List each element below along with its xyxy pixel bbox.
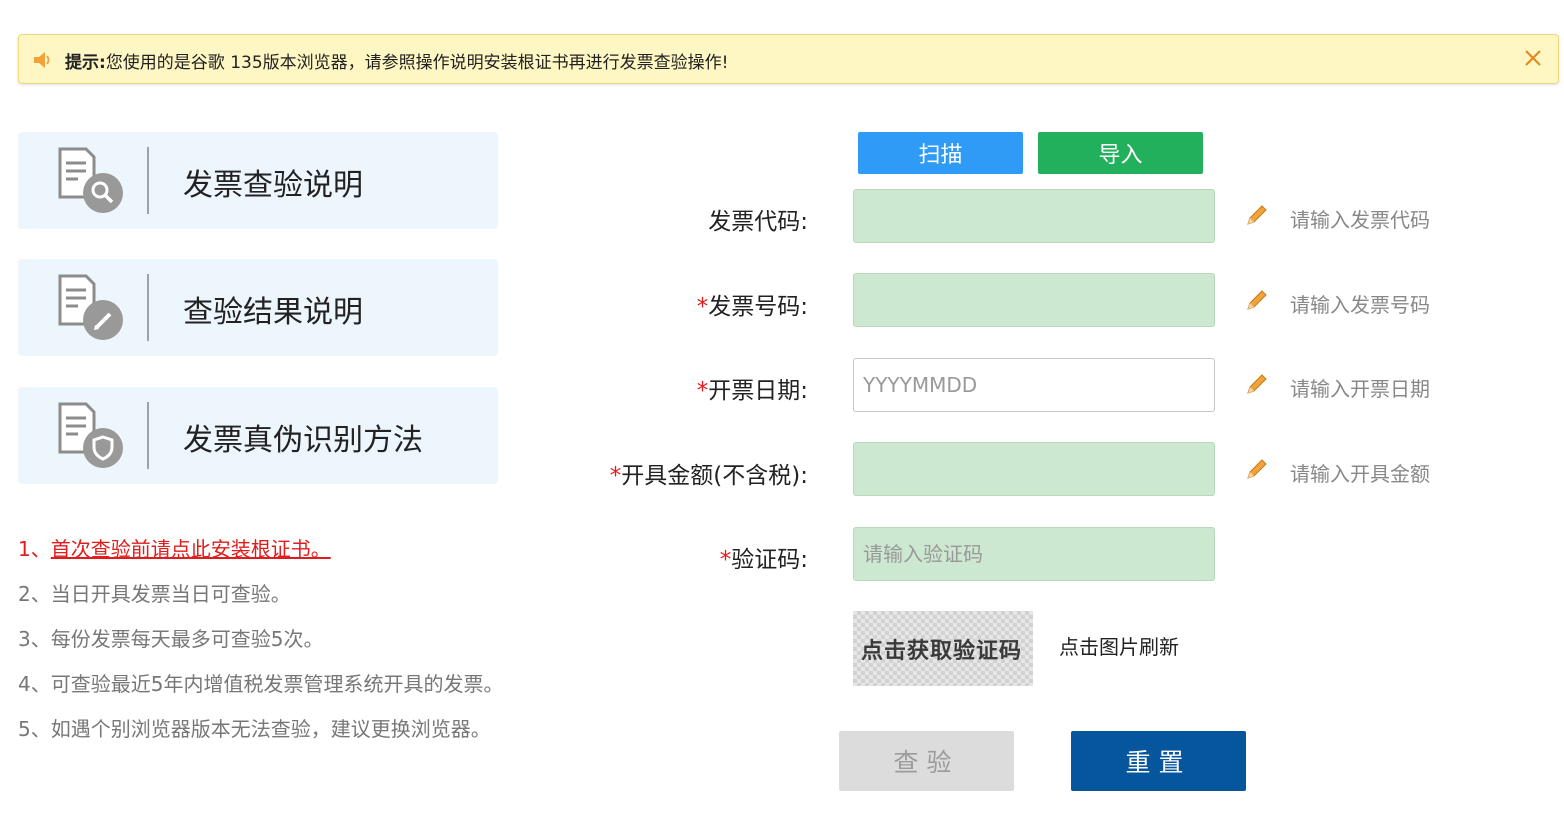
invoice-date-input[interactable] [853,358,1215,412]
note-prefix: 1、 [18,537,51,561]
invoice-number-label-text: 发票号码: [708,294,808,320]
card-divider [147,147,149,214]
invoice-number-label: *发票号码: [697,287,808,321]
invoice-date-hint: 请输入开票日期 [1290,377,1430,401]
card-result-guide[interactable]: 查验结果说明 [18,259,498,356]
card-label: 查验结果说明 [183,295,363,330]
captcha-input[interactable] [853,527,1215,581]
captcha-refresh-link[interactable]: 点击图片刷新 [1059,631,1179,660]
card-divider [147,402,149,469]
amount-label: *开具金额(不含税): [610,456,808,490]
install-cert-link[interactable]: 首次查验前请点此安装根证书。 [51,537,331,561]
note-item-2: 2、当日开具发票当日可查验。 [18,582,291,606]
invoice-number-input[interactable] [853,273,1215,327]
invoice-code-input[interactable] [853,189,1215,243]
invoice-number-hint: 请输入发票号码 [1290,293,1430,317]
notice-text: 您使用的是谷歌 135版本浏览器，请参照操作说明安装根证书再进行发票查验操作! [105,53,729,73]
pencil-icon [1247,205,1267,225]
card-invoice-check-guide[interactable]: 发票查验说明 [18,132,498,229]
close-icon[interactable] [1520,45,1546,71]
captcha-image-text: 点击获取验证码 [861,638,1023,664]
card-authenticity-guide[interactable]: 发票真伪识别方法 [18,387,498,484]
speaker-icon [34,52,50,68]
scan-button[interactable]: 扫描 [858,132,1023,174]
check-button[interactable]: 查验 [839,731,1014,791]
required-mark: * [696,378,709,404]
required-mark: * [719,547,732,573]
invoice-date-label-text: 开票日期: [708,378,808,404]
pencil-icon [1247,290,1267,310]
notice-message: 提示:您使用的是谷歌 135版本浏览器，请参照操作说明安装根证书再进行发票查验操… [65,48,728,73]
amount-hint: 请输入开具金额 [1290,462,1430,486]
document-edit-icon [58,274,123,340]
amount-label-text: 开具金额(不含税): [621,463,808,489]
note-item-3: 3、每份发票每天最多可查验5次。 [18,627,324,651]
captcha-image[interactable]: 点击获取验证码 [853,611,1033,686]
notice-label: 提示: [65,53,106,73]
document-shield-icon [58,402,123,468]
captcha-label-text: 验证码: [731,547,808,573]
invoice-code-hint: 请输入发票代码 [1290,208,1430,232]
invoice-date-label: *开票日期: [697,371,808,405]
note-item-1: 1、首次查验前请点此安装根证书。 [18,533,331,562]
amount-input[interactable] [853,442,1215,496]
note-item-5: 5、如遇个别浏览器版本无法查验，建议更换浏览器。 [18,717,491,741]
invoice-code-label: 发票代码: [708,202,808,236]
invoice-code-label-text: 发票代码: [708,209,808,235]
required-mark: * [696,294,709,320]
import-button[interactable]: 导入 [1038,132,1203,174]
note-item-4: 4、可查验最近5年内增值税发票管理系统开具的发票。 [18,672,504,696]
pencil-icon [1247,459,1267,479]
card-divider [147,274,149,341]
document-search-icon [58,147,123,213]
captcha-label: *验证码: [720,540,808,574]
required-mark: * [609,463,622,489]
pencil-icon [1247,374,1267,394]
browser-notice-bar: 提示:您使用的是谷歌 135版本浏览器，请参照操作说明安装根证书再进行发票查验操… [18,34,1559,84]
reset-button[interactable]: 重置 [1071,731,1246,791]
card-label: 发票查验说明 [183,168,363,203]
card-label: 发票真伪识别方法 [183,423,423,458]
